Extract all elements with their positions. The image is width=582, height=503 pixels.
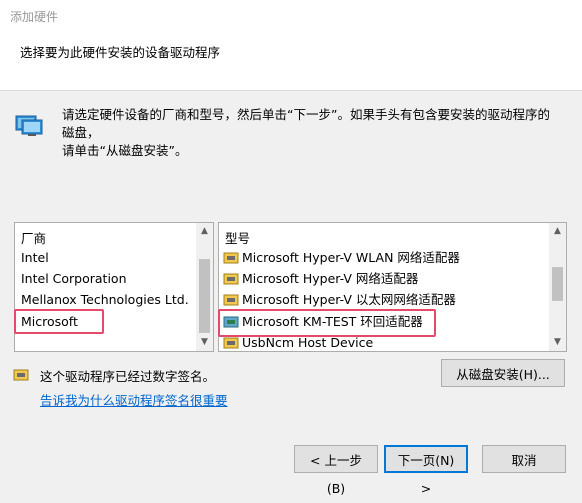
scroll-up-arrow-icon[interactable]: ▲ <box>549 223 566 240</box>
scroll-down-arrow-icon[interactable]: ▼ <box>196 334 213 351</box>
list-item-model[interactable]: Microsoft Hyper-V 网络适配器 <box>223 269 418 289</box>
list-item-model[interactable]: Microsoft Hyper-V 以太网网络适配器 <box>223 290 456 310</box>
next-button[interactable]: 下一页(N) > <box>384 445 468 496</box>
signed-driver-icon <box>13 369 29 381</box>
scroll-thumb[interactable] <box>199 259 210 333</box>
manufacturer-scrollbar[interactable]: ▲ ▼ <box>196 223 213 351</box>
network-card-icon <box>223 273 239 285</box>
list-item-label: Microsoft Hyper-V WLAN 网络适配器 <box>242 250 460 265</box>
highlight-box-model <box>218 309 436 337</box>
wizard-header: 选择要为此硬件安装的设备驱动程序 <box>0 28 582 91</box>
model-scrollbar[interactable]: ▲ ▼ <box>549 223 566 351</box>
divider <box>0 424 582 425</box>
cancel-button[interactable]: 取消 <box>482 445 566 473</box>
network-card-icon <box>223 294 239 306</box>
highlight-box-manufacturer <box>14 309 104 334</box>
instruction-line-2: 请单击“从磁盘安装”。 <box>62 143 188 158</box>
signature-info-link[interactable]: 告诉我为什么驱动程序签名很重要 <box>40 390 228 409</box>
back-button[interactable]: < 上一步(B) <box>294 445 378 496</box>
scroll-down-arrow-icon[interactable]: ▼ <box>549 334 566 351</box>
network-card-icon <box>223 337 239 349</box>
scroll-thumb[interactable] <box>552 267 563 301</box>
list-item-label: Microsoft Hyper-V 网络适配器 <box>242 271 419 286</box>
list-item-model[interactable]: Microsoft Hyper-V WLAN 网络适配器 <box>223 248 460 268</box>
signature-status: 这个驱动程序已经过数字签名。 <box>40 369 216 384</box>
title-bar: 添加硬件 <box>0 0 582 28</box>
list-item-manufacturer[interactable]: Intel Corporation <box>21 269 127 289</box>
list-item-label: Microsoft Hyper-V 以太网网络适配器 <box>242 292 456 307</box>
instruction-text: 请选定硬件设备的厂商和型号，然后单击“下一步”。如果手头有包含要安装的驱动程序的… <box>62 106 562 160</box>
page-subtitle: 选择要为此硬件安装的设备驱动程序 <box>20 45 221 60</box>
scroll-up-arrow-icon[interactable]: ▲ <box>196 223 213 240</box>
network-adapter-icon <box>15 115 43 136</box>
have-disk-button[interactable]: 从磁盘安装(H)... <box>441 359 565 387</box>
list-item-manufacturer[interactable]: Mellanox Technologies Ltd. <box>21 290 189 310</box>
network-card-icon <box>223 252 239 264</box>
list-item-manufacturer[interactable]: Intel <box>21 248 49 268</box>
instruction-line-1: 请选定硬件设备的厂商和型号，然后单击“下一步”。如果手头有包含要安装的驱动程序的… <box>62 107 550 140</box>
manufacturer-list-header: 厂商 <box>21 231 47 246</box>
window-title: 添加硬件 <box>10 10 59 24</box>
model-list-header: 型号 <box>225 231 251 246</box>
